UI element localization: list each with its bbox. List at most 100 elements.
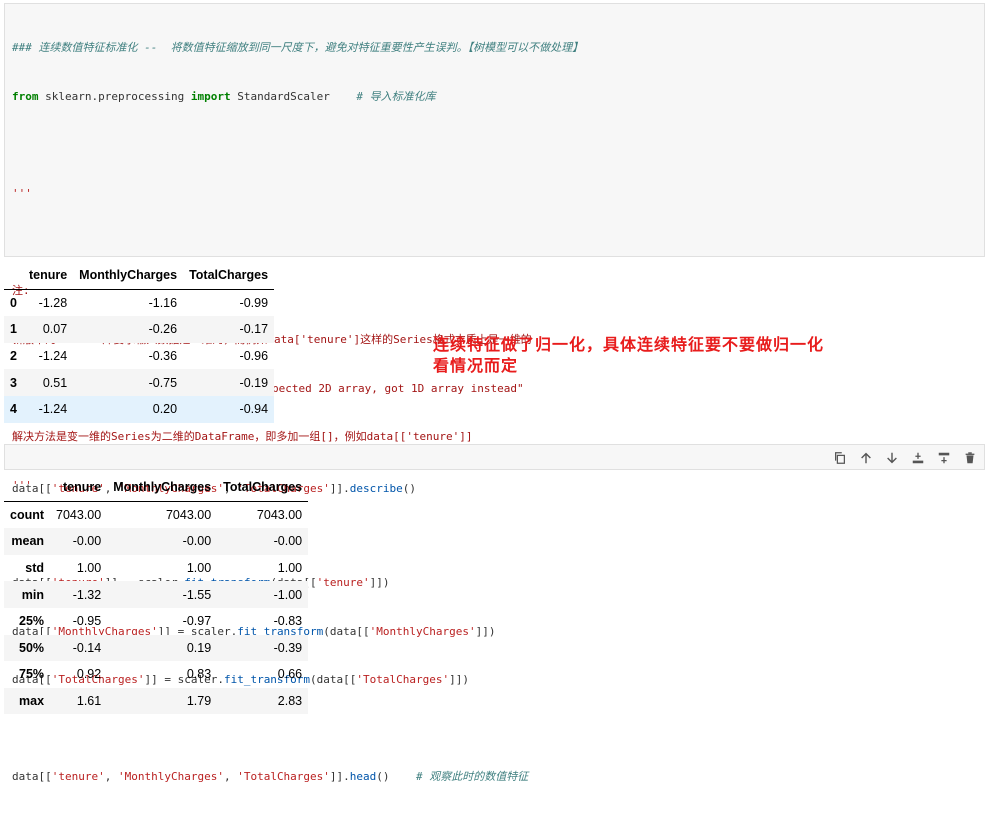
table-cell: 0.20 <box>152 402 178 417</box>
code-method: head <box>349 770 377 784</box>
code-token: (data[[ <box>310 673 357 687</box>
code-token: ]]. <box>329 770 350 784</box>
table-cell: 1.61 <box>76 694 102 709</box>
table-cell: 7043.00 <box>256 507 303 522</box>
insert-below-icon[interactable] <box>934 448 954 468</box>
table-cell: 1.00 <box>76 561 102 576</box>
table-cell: -0.97 <box>182 614 212 629</box>
table-cell: -0.99 <box>239 295 269 310</box>
row-index: 75% <box>19 667 45 682</box>
table-row: 50% -0.14 0.19 -0.39 <box>4 634 309 662</box>
table-cell: -0.14 <box>72 640 102 655</box>
column-header <box>4 474 51 502</box>
arrow-up-icon[interactable] <box>856 448 876 468</box>
table-cell: 1.00 <box>277 561 303 576</box>
column-header: TotalCharges <box>217 474 309 502</box>
table-cell: -0.36 <box>148 349 178 364</box>
column-header <box>4 262 23 290</box>
table-cell: -0.19 <box>239 375 269 390</box>
table-row: 0 -1.28 -1.16 -0.99 <box>4 289 274 316</box>
code-keyword-from: from <box>12 90 39 103</box>
column-header: TotalCharges <box>183 262 275 290</box>
code-string: 'MonthlyCharges' <box>117 770 224 784</box>
code-token: ]]) <box>369 575 390 589</box>
row-index: max <box>19 694 45 709</box>
code-method: describe <box>349 482 403 496</box>
table-cell: -0.95 <box>72 614 102 629</box>
code-module: sklearn.preprocessing <box>38 90 191 103</box>
table-row: max 1.61 1.79 2.83 <box>4 687 309 715</box>
code-import-name: StandardScaler <box>230 90 330 103</box>
row-index: 4 <box>10 402 17 417</box>
copy-icon[interactable] <box>830 448 850 468</box>
table-cell: 2.83 <box>277 694 303 709</box>
code-token: ]]) <box>449 673 469 687</box>
table-cell: -0.17 <box>239 322 269 337</box>
insert-above-icon[interactable] <box>908 448 928 468</box>
code-token: , <box>104 770 118 784</box>
table-row: 2 -1.24 -0.36 -0.96 <box>4 343 274 370</box>
row-index: count <box>10 507 45 522</box>
table-cell: 1.00 <box>186 561 212 576</box>
table-row: count 7043.00 7043.00 7043.00 <box>4 501 308 528</box>
code-note-line: 解决方法是变一维的Series为二维的DataFrame，即多加一组[]，例如d… <box>12 430 473 444</box>
trash-icon[interactable] <box>960 448 980 468</box>
table-cell: -0.75 <box>148 375 178 390</box>
code-string: 'tenure' <box>51 770 105 784</box>
column-header: MonthlyCharges <box>73 262 184 290</box>
table-cell: -1.16 <box>148 295 178 310</box>
table-cell: -0.00 <box>182 534 212 549</box>
table-cell: -0.96 <box>239 349 269 364</box>
row-index: min <box>21 587 45 602</box>
code-comment-header: ### 连续数值特征标准化 -- 将数值特征缩放到同一尺度下，避免对特征重要性产… <box>12 41 584 55</box>
table-cell: -0.83 <box>273 614 303 629</box>
table-row: std 1.00 1.00 1.00 <box>4 555 308 582</box>
row-index: 2 <box>10 349 17 364</box>
row-index: std <box>25 561 45 576</box>
code-token: () <box>402 482 417 496</box>
table-cell: -0.94 <box>239 402 269 417</box>
arrow-down-icon[interactable] <box>882 448 902 468</box>
code-string: 'MonthlyCharges' <box>369 624 476 638</box>
table-cell: -0.00 <box>273 534 303 549</box>
table-row: 1 0.07 -0.26 -0.17 <box>4 316 275 343</box>
code-token: ]]) <box>475 624 496 638</box>
column-header: tenure <box>22 262 74 290</box>
code-docstring-open: ''' <box>12 187 32 201</box>
dataframe-describe-output: tenure MonthlyCharges TotalCharges count… <box>4 474 309 715</box>
table-cell: -1.00 <box>273 587 303 602</box>
table-cell: -1.24 <box>38 349 68 364</box>
row-index: 3 <box>10 375 17 390</box>
row-index: 0 <box>10 295 17 310</box>
code-cell-standardize[interactable]: ### 连续数值特征标准化 -- 将数值特征缩放到同一尺度下，避免对特征重要性产… <box>4 3 985 783</box>
table-cell: -1.24 <box>38 402 68 417</box>
table-cell: -1.55 <box>182 587 212 602</box>
row-index: 1 <box>10 322 17 337</box>
code-string: 'TotalCharges' <box>237 770 330 784</box>
code-token: ]]. <box>329 482 350 496</box>
code-token: (data[[ <box>323 624 370 638</box>
table-header-row: tenure MonthlyCharges TotalCharges <box>4 474 309 502</box>
table-row: 75% 0.92 0.83 0.66 <box>4 661 308 688</box>
code-comment-import: # 导入标准化库 <box>329 90 436 103</box>
code-string: 'tenure' <box>316 575 370 589</box>
code-token: data[[ <box>12 770 52 784</box>
table-cell: 7043.00 <box>165 507 212 522</box>
dataframe-head-output: tenure MonthlyCharges TotalCharges 0 -1.… <box>4 262 275 423</box>
table-cell: -1.28 <box>38 295 68 310</box>
row-index: 50% <box>19 640 45 655</box>
table-cell: 1.79 <box>186 694 212 709</box>
annotation-line: 连续特征做了归一化，具体连续特征要不要做归一化 <box>433 335 825 354</box>
code-token: () <box>376 770 390 784</box>
table-cell: 0.92 <box>76 667 102 682</box>
table-cell: -0.00 <box>72 534 102 549</box>
table-cell: -1.32 <box>72 587 102 602</box>
code-comment-head: # 观察此时的数值特征 <box>389 770 529 784</box>
row-index: mean <box>11 534 45 549</box>
table-cell: 0.66 <box>277 667 303 682</box>
row-index: 25% <box>19 614 45 629</box>
code-keyword-import: import <box>190 90 231 103</box>
cell-toolbar <box>830 448 980 468</box>
table-row: mean -0.00 -0.00 -0.00 <box>4 528 309 555</box>
table-cell: 0.83 <box>186 667 212 682</box>
